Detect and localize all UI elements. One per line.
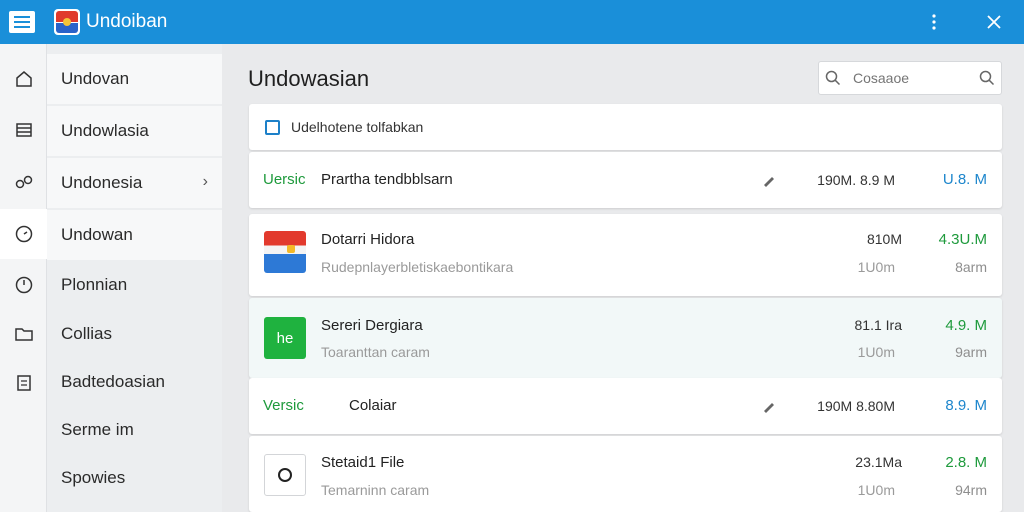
select-all-checkbox[interactable] [265,120,280,135]
more-vertical-icon [932,14,936,30]
nav-item-label: Serme im [61,420,134,439]
nav-item-label: Undowlasia [61,121,149,140]
more-options-button[interactable] [904,0,964,44]
search-icon [819,61,847,95]
nav-item-undovan[interactable]: Undovan [47,54,222,104]
list-item[interactable]: Uersic Prartha tendbblsarn 190M. 8.9 M U… [249,152,1002,208]
app-thumbnail: he [264,317,306,359]
list-item[interactable]: Stetaid1 File Temarninn caram 23.1Ma 1U0… [249,436,1002,512]
item-name: Sereri Dergiara [321,317,423,334]
share-icon [15,175,32,189]
nav-item-label: Undonesia [61,173,143,192]
file-thumbnail [264,454,306,496]
search-box[interactable] [818,61,1002,95]
item-size: 81.1 Ira [854,317,902,333]
main-content: Undowasian Udelhotene tolfabkan Uersic P… [222,44,1024,512]
gauge-icon [15,276,32,294]
item-value: 4.3U.M [938,231,987,248]
item-name: Colaiar [349,397,397,414]
nav-item-label: Undovan [61,69,130,88]
item-sub-value: 8arm [955,259,987,275]
chevron-right-icon: › [202,173,208,190]
nav-item-plonnian[interactable]: Plonnian [47,260,222,310]
rail-gauge[interactable] [0,260,47,310]
folder-icon [14,328,33,341]
nav-item-label: Badtedoasian [61,372,165,391]
item-sub-value: 94rm [955,482,987,498]
nav-item-label: Plonnian [61,275,128,294]
item-value: U.8. M [942,171,987,188]
item-subtitle: Rudepnlayerbletiskaebontikara [321,259,514,275]
home-icon [15,71,32,87]
item-size: 810M [866,231,902,247]
item-value: 8.9. M [945,397,987,414]
edit-icon[interactable] [761,398,777,414]
nav-panel: Undovan Undowlasia Undonesia › Undowan Pl… [47,44,222,512]
item-dim: 1U0m [857,344,895,360]
hamburger-icon [9,11,35,33]
list-item[interactable]: he Sereri Dergiara Toaranttan caram 81.1… [249,298,1002,378]
rail-folder[interactable] [0,309,47,359]
nav-item-collias[interactable]: Collias [47,309,222,359]
nav-item-undowlasia[interactable]: Undowlasia [47,106,222,156]
item-subtitle: Temarninn caram [321,482,430,498]
item-name: Stetaid1 File [321,454,405,471]
item-value: 2.8. M [945,454,987,471]
rail-document[interactable] [0,358,47,408]
search-submit-icon[interactable] [973,61,1001,95]
flag-thumbnail [264,231,306,273]
nav-item-label: Undowan [61,225,133,244]
item-value: 4.9. M [945,317,987,334]
select-all-header: Udelhotene tolfabkan [249,104,1002,150]
nav-item-serme-im[interactable]: Serme im [47,405,222,455]
list-icon [15,123,32,137]
nav-item-undowan[interactable]: Undowan [47,210,222,260]
nav-item-label: Spowies [61,468,126,487]
item-size: 23.1Ma [855,454,902,470]
document-icon [16,375,31,391]
item-dim: 1U0m [857,482,895,498]
clock-icon [15,225,32,243]
edit-icon[interactable] [761,172,777,188]
header-label: Udelhotene tolfabkan [291,119,424,135]
circle-icon [278,468,292,482]
nav-item-spowies[interactable]: Spowies [47,453,222,503]
version-label: Uersic [263,171,306,188]
hamburger-menu-button[interactable] [0,0,44,44]
list-item[interactable]: Dotarri Hidora Rudepnlayerbletiskaebonti… [249,214,1002,296]
page-title: Undowasian [248,66,370,91]
close-icon [987,15,1001,29]
item-size: 190M 8.80M [817,398,895,414]
rail-clock[interactable] [0,209,47,259]
rail-list[interactable] [0,105,47,155]
icon-rail [0,44,47,512]
search-input[interactable] [853,70,973,86]
app-title: Undoiban [86,11,168,32]
app-logo [54,9,80,35]
version-label: Versic [263,397,304,414]
nav-item-badtedoasian[interactable]: Badtedoasian [47,357,222,407]
item-dim: 1U0m [857,259,895,275]
rail-home[interactable] [0,54,47,104]
title-bar: Undoiban [0,0,1024,44]
item-subtitle: Toaranttan caram [321,344,430,360]
item-name: Prartha tendbblsarn [321,171,453,188]
list-item[interactable]: Versic Colaiar 190M 8.80M 8.9. M [249,378,1002,434]
nav-item-label: Collias [61,324,113,343]
close-button[interactable] [964,0,1024,44]
nav-item-undonesia[interactable]: Undonesia › [47,158,222,208]
item-size: 190M. 8.9 M [817,172,895,188]
item-name: Dotarri Hidora [321,231,415,248]
item-sub-value: 9arm [955,344,987,360]
rail-share[interactable] [0,157,47,207]
